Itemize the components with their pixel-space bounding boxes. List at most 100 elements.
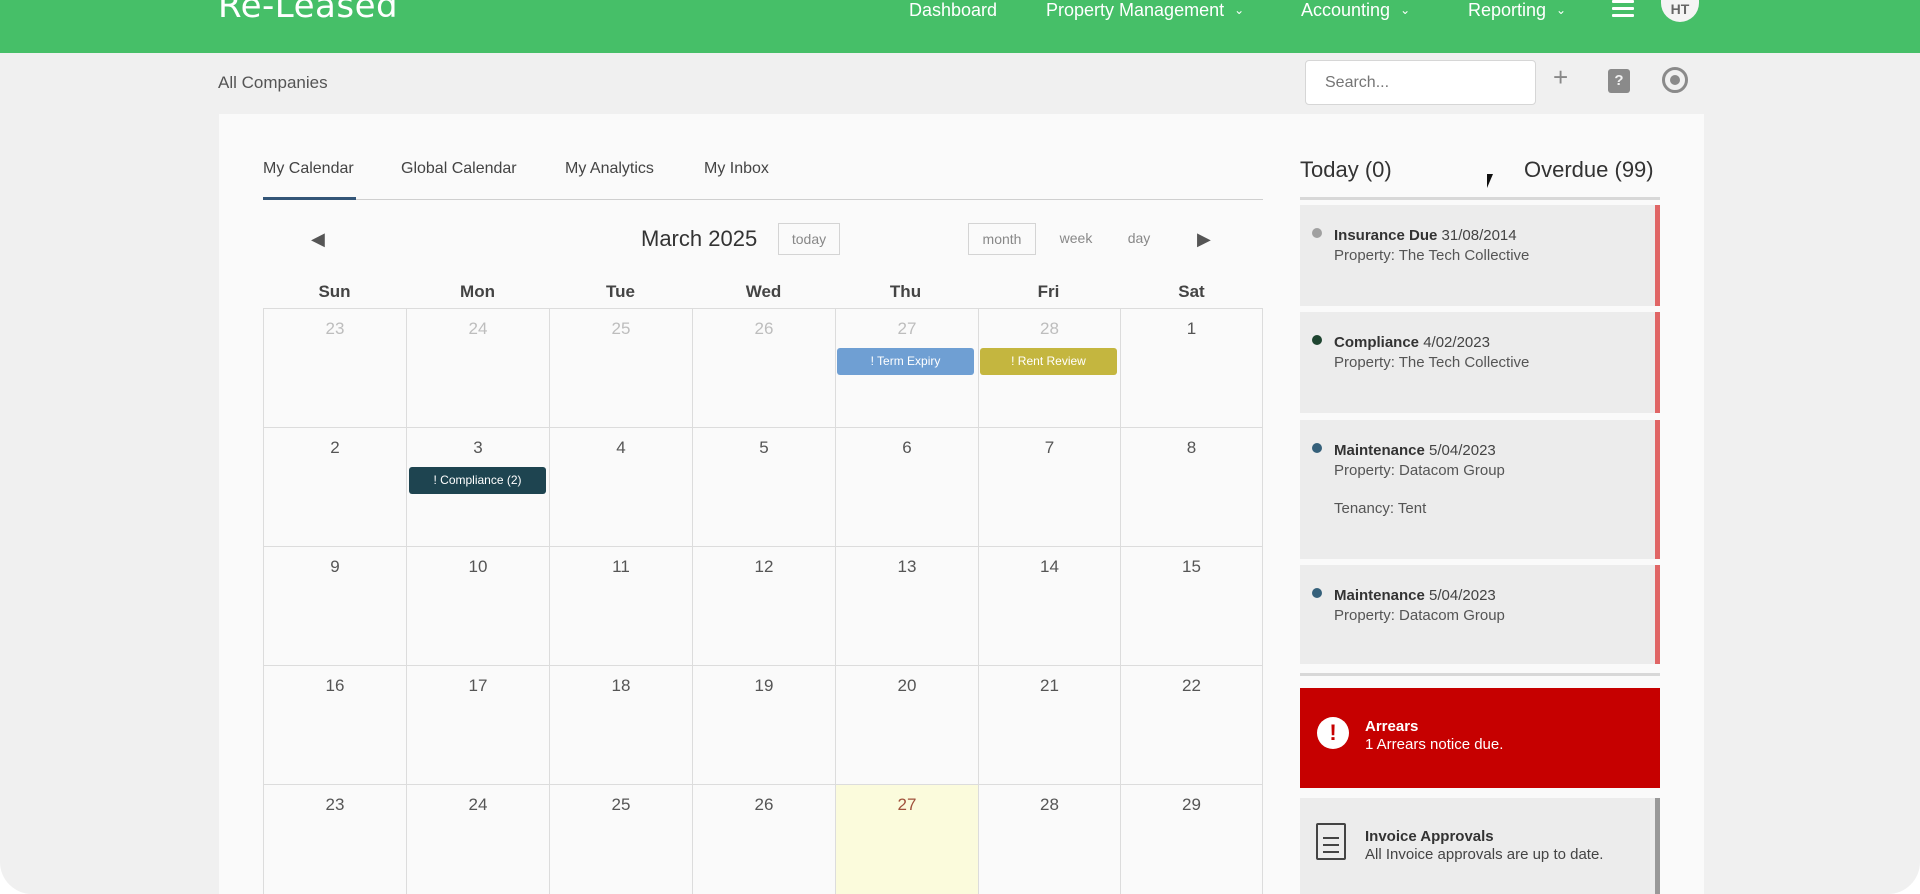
prev-month-icon[interactable]: ◀ [311, 229, 325, 250]
day-number: 23 [325, 795, 345, 814]
tab-my-analytics[interactable]: My Analytics [565, 160, 654, 200]
calendar-day-cell[interactable]: 25 [550, 785, 693, 894]
tab-my-calendar[interactable]: My Calendar [263, 160, 356, 200]
calendar-day-cell[interactable]: 24 [407, 309, 550, 428]
nav-dashboard[interactable]: Dashboard [909, 0, 997, 20]
calendar-day-cell[interactable]: 9 [264, 547, 407, 666]
overdue-item-property: Property: Datacom Group [1334, 607, 1505, 624]
calendar-day-cell[interactable]: 26 [693, 309, 836, 428]
hamburger-menu-icon[interactable] [1612, 0, 1634, 21]
help-icon[interactable]: ? [1608, 69, 1630, 93]
calendar-day-cell[interactable]: 13 [836, 547, 979, 666]
support-icon[interactable] [1662, 67, 1688, 93]
calendar-day-cell[interactable]: 12 [693, 547, 836, 666]
calendar-day-cell[interactable]: 6 [836, 428, 979, 547]
calendar-day-cell[interactable]: 18 [550, 666, 693, 785]
day-number: 20 [897, 676, 917, 695]
overdue-item[interactable]: Maintenance 5/04/2023 Property: Datacom … [1300, 420, 1660, 559]
calendar-day-cell[interactable]: 5 [693, 428, 836, 547]
breadcrumb[interactable]: All Companies [218, 73, 328, 93]
calendar-day-cell[interactable]: 11 [550, 547, 693, 666]
search-input[interactable] [1305, 60, 1536, 105]
tab-global-calendar[interactable]: Global Calendar [401, 160, 517, 200]
user-avatar[interactable]: HT [1661, 0, 1699, 22]
weekday-header: Fri [1037, 282, 1060, 301]
calendar-day-cell[interactable]: 25 [550, 309, 693, 428]
day-number: 18 [611, 676, 631, 695]
day-number: 4 [616, 438, 626, 457]
day-number: 25 [611, 795, 631, 814]
calendar-day-cell[interactable]: 27 [836, 785, 979, 894]
calendar-day-cell[interactable]: 28 [979, 785, 1121, 894]
calendar-day-cell[interactable]: 19 [693, 666, 836, 785]
overdue-count[interactable]: Overdue (99) [1524, 157, 1654, 183]
calendar-day-cell[interactable]: 23 [264, 785, 407, 894]
day-number: 8 [1186, 438, 1197, 457]
day-number: 15 [1182, 557, 1201, 576]
nav-accounting[interactable]: Accounting ⌄ [1301, 0, 1410, 20]
mouse-cursor-icon [1487, 174, 1499, 188]
calendar-day-cell[interactable]: 26 [693, 785, 836, 894]
calendar-day-cell[interactable]: 29 [1121, 785, 1263, 894]
calendar-day-cell[interactable]: 21 [979, 666, 1121, 785]
nav-label: Accounting [1301, 0, 1391, 20]
calendar-day-cell[interactable]: 20 [836, 666, 979, 785]
today-count[interactable]: Today (0) [1300, 157, 1392, 183]
overdue-item-property: Property: The Tech Collective [1334, 247, 1530, 264]
calendar-day-cell[interactable]: 10 [407, 547, 550, 666]
chevron-down-icon: ⌄ [1556, 3, 1567, 17]
calendar-day-cell[interactable]: 2 [264, 428, 407, 547]
calendar-day-cell[interactable]: 16 [264, 666, 407, 785]
overdue-item-property: Property: Datacom Group [1334, 462, 1505, 479]
calendar-day-cell[interactable]: 17 [407, 666, 550, 785]
weekday-header: Wed [745, 282, 782, 301]
arrears-alert[interactable]: ! Arrears 1 Arrears notice due. [1300, 688, 1660, 788]
invoice-approvals-card[interactable]: Invoice Approvals All Invoice approvals … [1300, 798, 1660, 894]
calendar-day-cell[interactable]: 4 [550, 428, 693, 547]
nav-label: Property Management [1046, 0, 1225, 20]
overdue-item-title: Insurance Due 31/08/2014 [1334, 227, 1517, 244]
overdue-item[interactable]: Maintenance 5/04/2023 Property: Datacom … [1300, 565, 1660, 664]
day-number: 3 [473, 438, 483, 457]
app-logo[interactable]: Re-Leased [218, 0, 398, 26]
month-view-button[interactable]: month [968, 223, 1036, 255]
calendar-day-cell[interactable]: 22 [1121, 666, 1263, 785]
event-compliance[interactable]: ! Compliance (2) [409, 467, 546, 494]
day-number: 19 [754, 676, 774, 695]
overdue-item-title: Maintenance 5/04/2023 [1334, 442, 1496, 459]
next-month-icon[interactable]: ▶ [1197, 229, 1211, 250]
calendar-day-cell[interactable]: 7 [979, 428, 1121, 547]
day-number: 14 [1040, 557, 1059, 576]
add-icon[interactable]: + [1553, 62, 1568, 93]
calendar-day-cell[interactable]: 15 [1121, 547, 1263, 666]
day-number: 28 [1040, 795, 1059, 814]
calendar-day-cell[interactable]: 8 [1121, 428, 1263, 547]
calendar-day-cell[interactable]: 14 [979, 547, 1121, 666]
nav-reporting[interactable]: Reporting ⌄ [1468, 0, 1566, 20]
day-number: 21 [1040, 676, 1059, 695]
overdue-item[interactable]: Compliance 4/02/2023 Property: The Tech … [1300, 312, 1660, 413]
day-number: 7 [1044, 438, 1055, 457]
calendar-title: March 2025 [641, 226, 758, 251]
week-view-button[interactable]: week [1049, 222, 1103, 254]
calendar-day-cell[interactable]: 23 [264, 309, 407, 428]
arrears-text: 1 Arrears notice due. [1365, 736, 1504, 753]
chevron-down-icon: ⌄ [1400, 3, 1411, 17]
weekday-header: Sun [318, 282, 351, 301]
tab-my-inbox[interactable]: My Inbox [704, 160, 769, 200]
today-button[interactable]: today [778, 223, 840, 255]
day-number: 12 [754, 557, 774, 576]
day-number: 23 [325, 319, 345, 338]
day-view-button[interactable]: day [1112, 222, 1166, 254]
nav-property-management[interactable]: Property Management ⌄ [1046, 0, 1244, 20]
day-number: 13 [897, 557, 917, 576]
app-frame: Re-Leased Dashboard Property Management … [0, 0, 1920, 894]
day-number: 1 [1186, 319, 1197, 338]
event-rent-review[interactable]: ! Rent Review [980, 348, 1117, 375]
day-number: 11 [612, 557, 630, 576]
event-term-expiry[interactable]: ! Term Expiry [837, 348, 974, 375]
day-number: 26 [754, 795, 774, 814]
overdue-item[interactable]: Insurance Due 31/08/2014 Property: The T… [1300, 205, 1660, 306]
calendar-day-cell[interactable]: 24 [407, 785, 550, 894]
calendar-day-cell[interactable]: 1 [1121, 309, 1263, 428]
